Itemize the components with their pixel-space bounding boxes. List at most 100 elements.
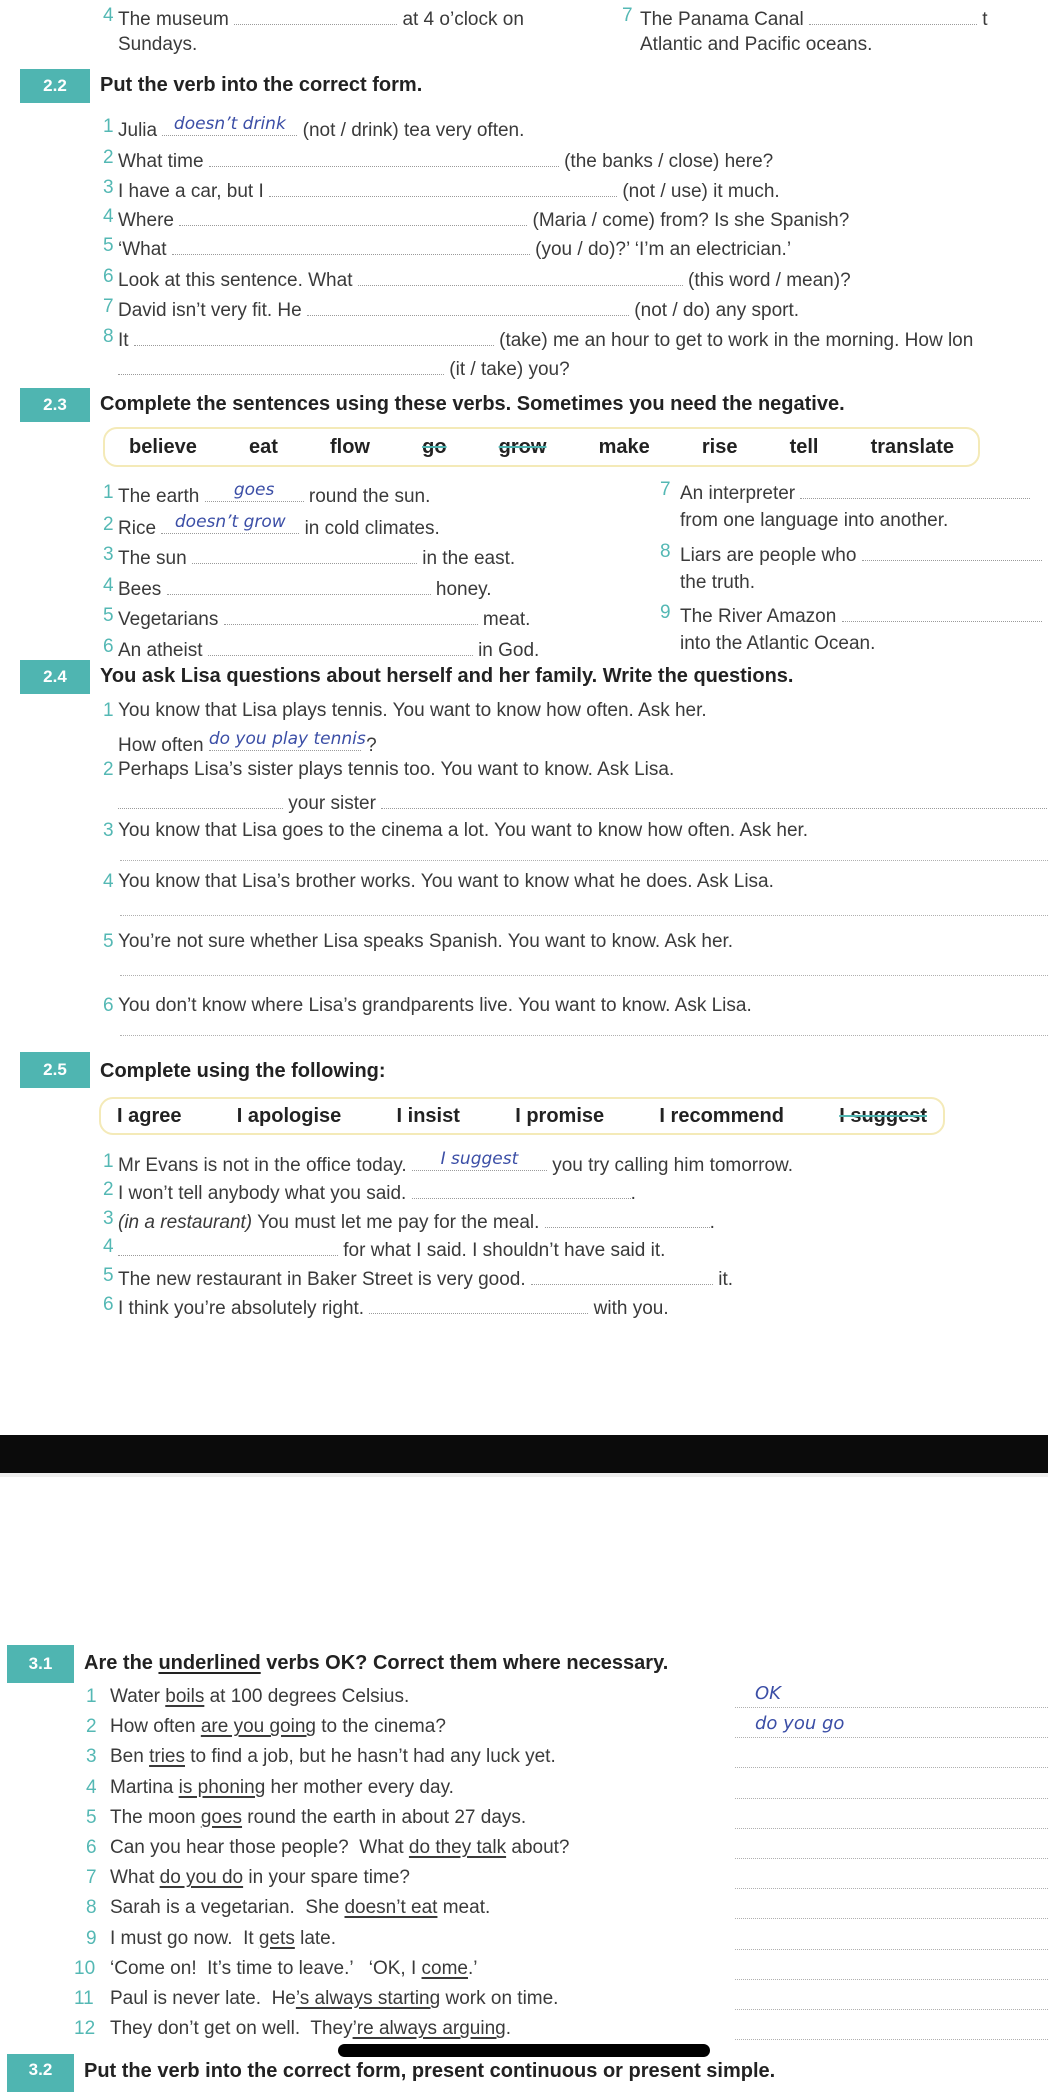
answer-blank[interactable]	[800, 478, 1031, 499]
list-item: It (take) me an hour to get to work in t…	[118, 325, 973, 353]
answer-blank[interactable]	[208, 146, 559, 167]
answer-line[interactable]	[735, 1737, 1048, 1739]
answer-blank[interactable]	[841, 601, 1042, 622]
answer-line[interactable]	[735, 1797, 1048, 1799]
item-number: 8	[103, 326, 114, 347]
answer-blank[interactable]	[166, 574, 431, 595]
text: from one language into another.	[680, 510, 949, 531]
item-number: 6	[103, 995, 114, 1016]
underlined-verb: do you do	[159, 1867, 244, 1889]
text: with you.	[593, 1298, 669, 1319]
text: to find a job, but he hasn’t had any luc…	[185, 1746, 556, 1768]
text: in your spare time?	[243, 1867, 410, 1889]
text: The sun	[118, 548, 187, 569]
phrase-box: I agree I apologise I insist I promise I…	[99, 1097, 945, 1135]
exercise-title: Put the verb into the correct form, pres…	[84, 2060, 776, 2082]
answer-blank[interactable]	[234, 4, 398, 25]
list-item: I must go now. It gets late.	[110, 1927, 336, 1951]
text-underlined: underlined	[158, 1652, 261, 1674]
answer-line[interactable]	[735, 1948, 1048, 1950]
answer-blank[interactable]	[207, 635, 473, 656]
answer-blank[interactable]	[118, 1235, 338, 1256]
answer-line[interactable]	[120, 1035, 1048, 1036]
answer-blank[interactable]: I suggest	[411, 1149, 547, 1171]
exercise-title: Complete the sentences using these verbs…	[100, 393, 845, 415]
answer-blank[interactable]	[544, 1207, 710, 1228]
answer-line[interactable]	[735, 1918, 1048, 1920]
text: Ben	[110, 1746, 150, 1768]
item-number: 6	[103, 1294, 114, 1315]
answer-line[interactable]	[735, 1978, 1048, 1980]
text: Martina	[110, 1776, 179, 1798]
answer-blank[interactable]: do you play tennis	[208, 729, 366, 751]
answer-line[interactable]	[735, 1858, 1048, 1859]
text: .’	[467, 1957, 478, 1979]
word-used: go	[422, 435, 447, 458]
answer-blank[interactable]	[133, 325, 494, 346]
answer-blank[interactable]: doesn’t drink	[162, 114, 298, 136]
item-number: 5	[103, 235, 114, 256]
answer-blank[interactable]	[171, 234, 530, 255]
answer-blank[interactable]: goes	[204, 480, 304, 502]
answer-blank[interactable]	[861, 540, 1042, 561]
item-number: 6	[103, 636, 114, 657]
text: for what I said. I shouldn’t have said i…	[343, 1240, 666, 1261]
answer-line[interactable]	[735, 2039, 1048, 2041]
list-item: How often are you going to the cinema?	[110, 1715, 446, 1739]
text: How often	[118, 735, 204, 756]
answer-blank[interactable]	[269, 176, 618, 197]
text: An interpreter	[680, 483, 796, 504]
answer-line[interactable]	[120, 915, 1048, 916]
handwritten-answer: OK	[755, 1683, 781, 1704]
underlined-verb: gets	[258, 1927, 295, 1949]
item-number: 3	[86, 1746, 97, 1768]
home-indicator[interactable]	[338, 2044, 710, 2057]
answer-line[interactable]	[120, 975, 1048, 976]
list-item: I have a car, but I (not / use) it much.	[118, 176, 780, 204]
list-item: Sarah is a vegetarian. She doesn’t eat m…	[110, 1896, 490, 1920]
item-number: 3	[103, 544, 114, 565]
underlined-verb: ’re always arguing	[352, 2018, 506, 2040]
answer-line[interactable]	[735, 1827, 1048, 1829]
answer-blank[interactable]	[179, 205, 528, 226]
word: tell	[789, 435, 819, 458]
answer-blank[interactable]	[381, 788, 1048, 809]
exercise-number: 2.5	[20, 1052, 90, 1088]
answer-line[interactable]	[120, 860, 1048, 861]
item-number: 9	[86, 1927, 97, 1949]
item-number: 6	[103, 266, 114, 287]
answer-blank[interactable]	[809, 4, 977, 25]
phrase: I insist	[396, 1104, 460, 1127]
list-item: Where (Maria / come) from? Is she Spanis…	[118, 205, 849, 233]
answer-blank[interactable]	[223, 604, 478, 625]
item-number: 8	[86, 1897, 97, 1919]
answer-blank[interactable]	[530, 1264, 713, 1285]
item-number: 4	[103, 575, 114, 596]
answer-line[interactable]	[735, 2009, 1048, 2010]
answer-blank[interactable]	[118, 788, 283, 809]
answer-blank[interactable]	[369, 1293, 589, 1314]
text: What time	[118, 151, 204, 172]
answer-line[interactable]	[735, 1707, 1048, 1708]
list-item: Liars are people who	[680, 540, 1042, 568]
text: Sundays.	[118, 34, 198, 55]
list-item: ‘Come on! It’s time to leave.’ ‘OK, I co…	[110, 1957, 477, 1981]
text: The moon	[110, 1806, 201, 1828]
item-number: 1	[103, 482, 114, 503]
list-item: You don’t know where Lisa’s grandparents…	[118, 995, 752, 1016]
text: round the sun.	[308, 486, 431, 507]
answer-line[interactable]	[735, 1767, 1048, 1769]
item-number: 4	[103, 5, 114, 26]
underlined-verb: doesn’t eat	[344, 1897, 438, 1919]
text: at 4 o’clock on	[402, 9, 524, 30]
answer-blank[interactable]	[357, 265, 683, 286]
answer-blank[interactable]	[307, 295, 630, 316]
item-number: 5	[103, 1265, 114, 1286]
answer-blank[interactable]: doesn’t grow	[161, 512, 300, 534]
text: Can you hear those people? What	[110, 1837, 409, 1858]
answer-line[interactable]	[735, 1888, 1048, 1890]
item-number: 2	[103, 1179, 114, 1200]
answer-blank[interactable]	[191, 543, 417, 564]
answer-blank[interactable]	[411, 1178, 631, 1199]
answer-blank[interactable]	[118, 354, 444, 375]
